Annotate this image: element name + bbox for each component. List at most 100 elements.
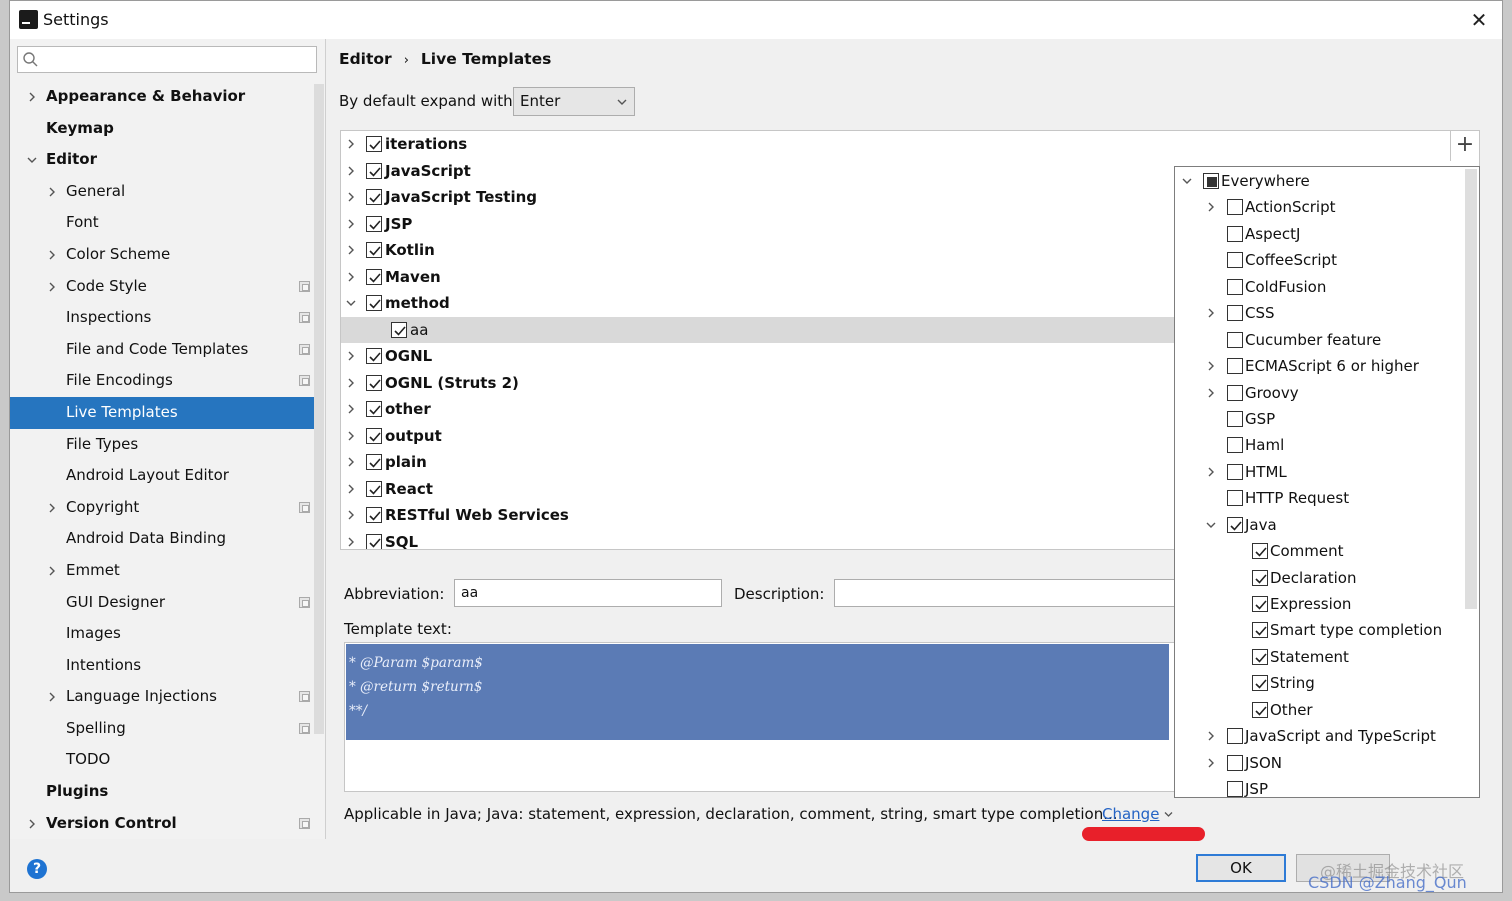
expand-with-dropdown[interactable]: Enter <box>513 87 635 116</box>
template-checkbox[interactable] <box>366 268 382 285</box>
sidebar-item-gui-designer[interactable]: GUI Designer <box>10 587 314 619</box>
chevron-right-icon[interactable] <box>345 191 357 203</box>
context-checkbox[interactable] <box>1227 331 1243 348</box>
description-input[interactable] <box>834 579 1194 607</box>
chevron-right-icon[interactable] <box>345 165 357 177</box>
close-button[interactable]: ✕ <box>1466 7 1492 33</box>
context-item[interactable]: JSON <box>1175 750 1479 776</box>
sidebar-item-emmet[interactable]: Emmet <box>10 555 314 587</box>
template-checkbox[interactable] <box>366 295 382 311</box>
context-checkbox[interactable] <box>1227 516 1243 533</box>
sidebar-item-live-templates[interactable]: Live Templates <box>10 396 314 429</box>
chevron-right-icon[interactable] <box>345 456 357 468</box>
chevron-right-icon[interactable] <box>345 218 357 230</box>
sidebar-item-file-and-code-templates[interactable]: File and Code Templates <box>10 334 314 366</box>
sidebar-item-copyright[interactable]: Copyright <box>10 492 314 524</box>
template-checkbox[interactable] <box>366 533 382 549</box>
context-checkbox[interactable] <box>1203 173 1219 189</box>
template-checkbox[interactable] <box>366 454 382 470</box>
sidebar-scrollbar[interactable] <box>314 84 324 734</box>
chevron-down-icon[interactable] <box>1181 175 1193 187</box>
chevron-right-icon[interactable] <box>46 502 58 514</box>
context-item[interactable]: GSP <box>1175 406 1479 432</box>
sidebar-item-color-scheme[interactable]: Color Scheme <box>10 239 314 271</box>
sidebar-item-inspections[interactable]: Inspections <box>10 302 314 334</box>
context-checkbox[interactable] <box>1252 543 1268 560</box>
template-checkbox[interactable] <box>366 136 382 152</box>
sidebar-item-keymap[interactable]: Keymap <box>10 113 314 145</box>
context-checkbox[interactable] <box>1227 463 1243 480</box>
chevron-down-icon[interactable] <box>345 297 357 309</box>
context-checkbox[interactable] <box>1227 781 1243 797</box>
context-checkbox[interactable] <box>1227 384 1243 401</box>
context-checkbox[interactable] <box>1227 410 1243 427</box>
context-item[interactable]: AspectJ <box>1175 221 1479 247</box>
context-item[interactable]: Declaration <box>1175 565 1479 591</box>
context-item[interactable]: ECMAScript 6 or higher <box>1175 353 1479 379</box>
sidebar-item-font[interactable]: Font <box>10 207 314 239</box>
context-checkbox[interactable] <box>1252 675 1268 692</box>
chevron-down-icon[interactable] <box>26 154 38 166</box>
context-checkbox[interactable] <box>1227 252 1243 269</box>
chevron-right-icon[interactable] <box>345 271 357 283</box>
template-checkbox[interactable] <box>366 162 382 179</box>
sidebar-item-spelling[interactable]: Spelling <box>10 713 314 745</box>
sidebar-item-language-injections[interactable]: Language Injections <box>10 681 314 713</box>
context-item[interactable]: Smart type completion <box>1175 617 1479 643</box>
context-checkbox[interactable] <box>1227 199 1243 216</box>
context-checkbox[interactable] <box>1227 278 1243 295</box>
popup-scrollbar[interactable] <box>1465 169 1477 609</box>
context-item[interactable]: Java <box>1175 512 1479 538</box>
context-checkbox[interactable] <box>1227 358 1243 375</box>
sidebar-item-appearance-behavior[interactable]: Appearance & Behavior <box>10 81 314 113</box>
chevron-right-icon[interactable] <box>345 138 357 150</box>
template-code-selection[interactable]: * @Param $param$ * @return $return$ **/ <box>346 644 1169 740</box>
template-checkbox[interactable] <box>366 401 382 417</box>
add-template-button[interactable]: + <box>1450 131 1479 161</box>
context-item[interactable]: JavaScript and TypeScript <box>1175 723 1479 749</box>
settings-search-input[interactable] <box>17 46 317 73</box>
chevron-right-icon[interactable] <box>46 281 58 293</box>
sidebar-item-android-layout-editor[interactable]: Android Layout Editor <box>10 460 314 492</box>
sidebar-item-general[interactable]: General <box>10 176 314 208</box>
context-checkbox[interactable] <box>1227 225 1243 242</box>
abbreviation-input[interactable]: aa <box>454 579 722 607</box>
chevron-right-icon[interactable] <box>345 536 357 548</box>
sidebar-item-intentions[interactable]: Intentions <box>10 650 314 682</box>
chevron-right-icon[interactable] <box>1205 360 1217 372</box>
chevron-right-icon[interactable] <box>1205 466 1217 478</box>
context-checkbox[interactable] <box>1227 490 1243 507</box>
sidebar-item-todo[interactable]: TODO <box>10 744 314 776</box>
template-checkbox[interactable] <box>366 242 382 258</box>
sidebar-item-plugins[interactable]: Plugins <box>10 776 314 808</box>
context-checkbox[interactable] <box>1252 648 1268 665</box>
sidebar-item-file-types[interactable]: File Types <box>10 429 314 461</box>
chevron-right-icon[interactable] <box>1205 387 1217 399</box>
template-checkbox[interactable] <box>366 348 382 364</box>
context-item[interactable]: ActionScript <box>1175 194 1479 220</box>
context-checkbox[interactable] <box>1252 622 1268 639</box>
chevron-right-icon[interactable] <box>46 565 58 577</box>
context-item[interactable]: CSS <box>1175 300 1479 326</box>
change-context-link[interactable]: Change <box>1102 805 1159 823</box>
context-item[interactable]: Everywhere <box>1175 168 1479 194</box>
context-item[interactable]: CoffeeScript <box>1175 247 1479 273</box>
chevron-down-icon[interactable] <box>1205 519 1217 531</box>
chevron-right-icon[interactable] <box>345 244 357 256</box>
chevron-right-icon[interactable] <box>1205 201 1217 213</box>
template-checkbox[interactable] <box>366 427 382 444</box>
template-checkbox[interactable] <box>366 215 382 232</box>
help-button[interactable]: ? <box>27 859 47 879</box>
context-item[interactable]: Other <box>1175 697 1479 723</box>
template-checkbox[interactable] <box>366 374 382 391</box>
context-item[interactable]: HTTP Request <box>1175 485 1479 511</box>
template-checkbox[interactable] <box>391 321 407 338</box>
chevron-right-icon[interactable] <box>345 350 357 362</box>
chevron-right-icon[interactable] <box>1205 757 1217 769</box>
context-item[interactable]: Cucumber feature <box>1175 327 1479 353</box>
template-checkbox[interactable] <box>366 189 382 205</box>
template-checkbox[interactable] <box>366 480 382 497</box>
sidebar-item-android-data-binding[interactable]: Android Data Binding <box>10 523 314 555</box>
context-item[interactable]: ColdFusion <box>1175 274 1479 300</box>
chevron-right-icon[interactable] <box>345 509 357 521</box>
